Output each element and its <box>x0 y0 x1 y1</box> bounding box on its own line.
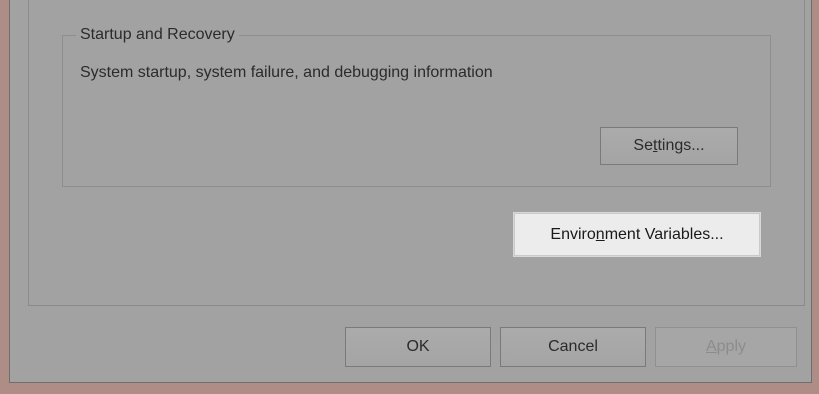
settings-button[interactable]: Se t tings... <box>600 127 738 165</box>
settings-label-post: tings... <box>657 137 705 154</box>
envvars-label-accesskey: n <box>595 225 605 243</box>
apply-label-post: pply <box>716 338 747 355</box>
envvars-label-post: ment Variables... <box>604 225 724 243</box>
apply-button[interactable]: Apply <box>655 327 797 367</box>
envvars-label-pre: Enviro <box>550 225 596 243</box>
cancel-button[interactable]: Cancel <box>500 327 646 367</box>
settings-label-pre: Se <box>633 137 653 154</box>
groupbox-description: System startup, system failure, and debu… <box>80 64 493 81</box>
ok-button[interactable]: OK <box>345 327 491 367</box>
apply-label-accesskey: A <box>705 338 717 355</box>
environment-variables-button[interactable]: Enviro n ment Variables... <box>514 213 760 256</box>
groupbox-title: Startup and Recovery <box>76 26 239 44</box>
